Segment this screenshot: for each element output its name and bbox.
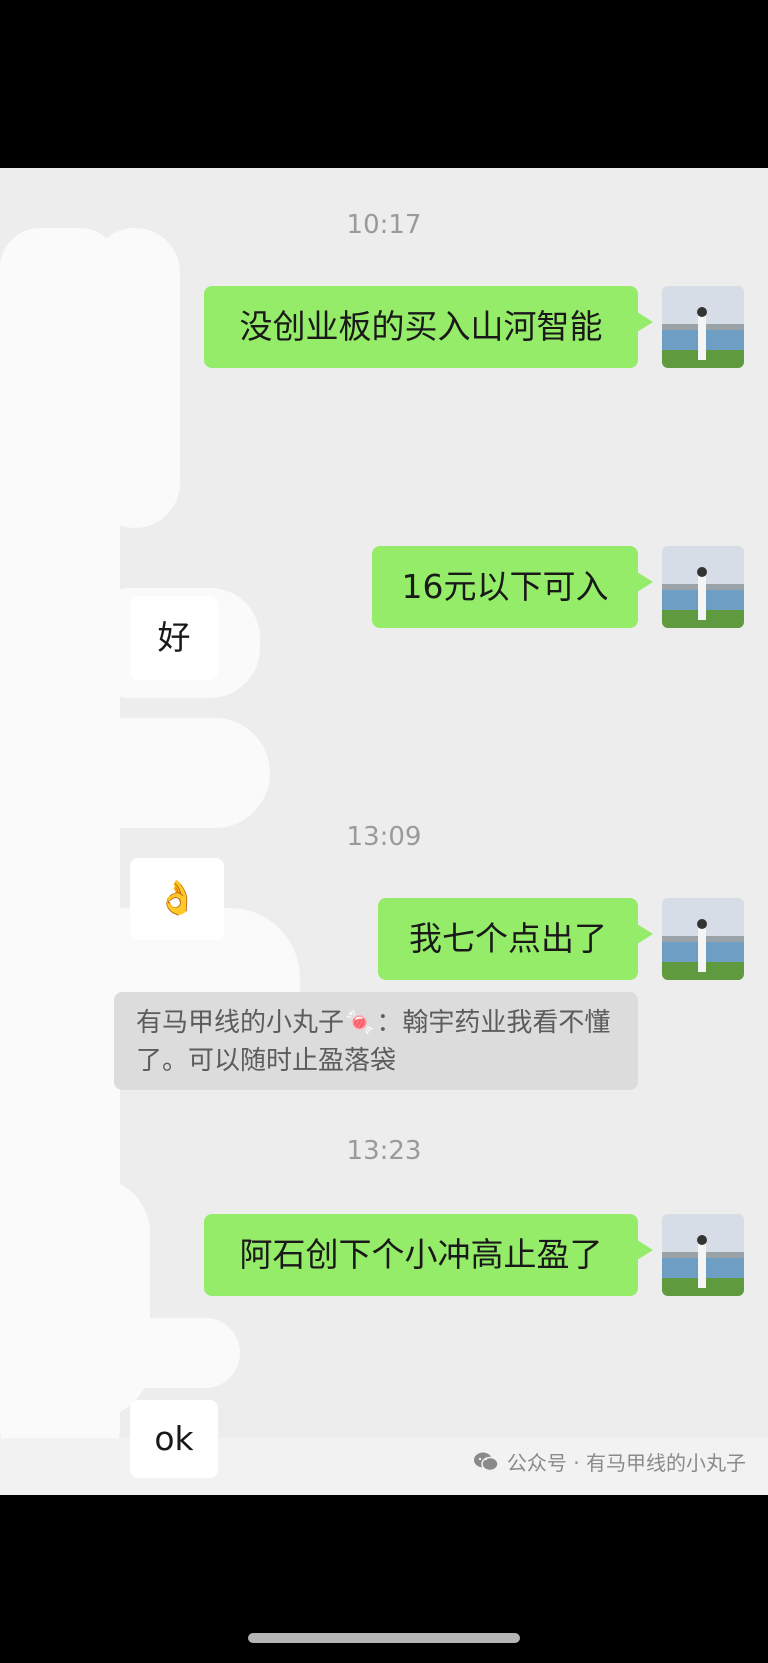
avatar[interactable] — [662, 546, 744, 628]
message-bubble-outgoing[interactable]: 我七个点出了 — [378, 898, 653, 980]
message-bubble-incoming[interactable]: 👌 — [130, 858, 224, 940]
avatar-photo — [662, 898, 744, 980]
redaction-smear — [60, 718, 270, 828]
timestamp: 10:17 — [346, 210, 422, 240]
message-bubble-outgoing[interactable]: 阿石创下个小冲高止盈了 — [204, 1214, 653, 1296]
message-bubble-outgoing[interactable]: 16元以下可入 — [372, 546, 653, 628]
wechat-icon — [473, 1452, 499, 1471]
redaction-smear — [90, 1318, 240, 1388]
redaction-smear — [40, 1178, 150, 1418]
watermark-text: 公众号 · 有马甲线的小丸子 — [506, 1451, 746, 1475]
avatar-photo — [662, 546, 744, 628]
avatar-photo — [662, 286, 744, 368]
avatar[interactable] — [662, 1214, 744, 1296]
quote-line: 了。可以随时止盈落袋 — [136, 1046, 397, 1076]
avatar-photo — [662, 1214, 744, 1296]
chat-area[interactable]: 10:17 没创业板的买入山河智能 好 16元以下可入 👌 13:09 我七个点… — [0, 168, 768, 1495]
quoted-message[interactable]: 有马甲线的小丸子🍬：翰宇药业我看不懂 了。可以随时止盈落袋 — [114, 992, 638, 1090]
message-bubble-outgoing[interactable]: 没创业板的买入山河智能 — [204, 286, 653, 368]
message-bubble-incoming[interactable]: ok — [130, 1400, 218, 1478]
timestamp: 13:09 — [346, 822, 422, 852]
message-bubble-incoming[interactable]: 好 — [130, 596, 218, 680]
avatar[interactable] — [662, 286, 744, 368]
home-indicator[interactable] — [248, 1633, 520, 1643]
redaction-smear — [90, 228, 180, 528]
quote-line: 有马甲线的小丸子🍬：翰宇药业我看不懂 — [136, 1008, 611, 1038]
avatar[interactable] — [662, 898, 744, 980]
watermark: 公众号 · 有马甲线的小丸子 — [473, 1447, 746, 1476]
timestamp: 13:23 — [346, 1136, 422, 1166]
